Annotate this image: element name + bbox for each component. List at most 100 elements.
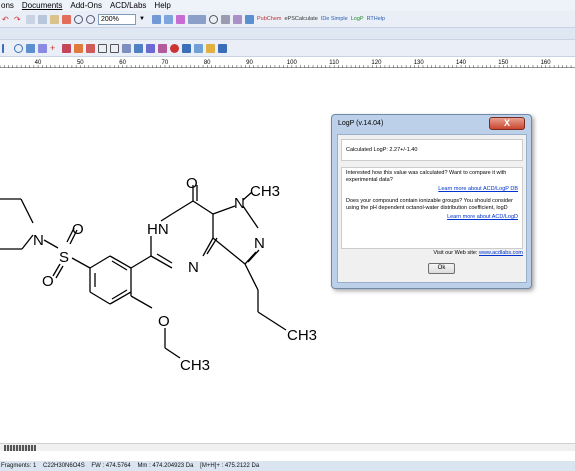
charge-icon[interactable] [86,43,95,53]
bracket-icon[interactable] [98,43,107,53]
atom-icon[interactable] [26,43,35,53]
epscalculate-button[interactable]: ePSCalculate [284,16,317,22]
logd-question: Does your compound contain ionizable gro… [346,198,513,211]
rectangle-icon[interactable] [110,43,119,53]
paste-icon[interactable] [50,14,59,24]
info-box: Interested how this value was calculated… [341,167,523,249]
grid-icon[interactable] [188,14,206,24]
rotate-icon[interactable] [170,43,179,53]
zoom-in-icon[interactable] [74,14,83,24]
name-icon[interactable] [221,14,230,24]
visit-label: Visit our Web site: [433,250,478,256]
structure-icon[interactable] [233,14,242,24]
ruler-tick-label: 140 [456,60,467,66]
ruler-tick-label: 110 [329,60,339,66]
ruler: 40 50 60 70 80 90 100 110 120 130 140 150 160 [0,57,575,68]
chain-icon[interactable] [74,43,83,53]
atom-label: S [59,249,69,266]
menu-item-acdlabs[interactable]: ACD/Labs [110,1,146,10]
group-icon[interactable] [206,43,215,53]
cut-icon[interactable] [26,14,35,24]
flask-icon[interactable] [245,14,254,24]
lasso-icon[interactable] [14,43,23,53]
atom-label: N [234,195,245,212]
ruler-tick-label: 150 [498,60,509,66]
table-icon[interactable] [164,14,173,24]
clean-icon[interactable] [158,43,167,53]
result-box: Calculated LogP: 2.27+/-1.40 [341,139,523,161]
formula-weight: FW : 474.5764 [91,463,131,469]
horizontal-scrollbar[interactable] [0,443,575,451]
reaction-icon[interactable] [146,43,155,53]
plus-icon[interactable]: + [50,43,59,53]
flip-icon[interactable] [182,43,191,53]
ok-button[interactable]: Ok [428,263,455,274]
menu-bar: ons Documents Add-Ons ACD/Labs Help [0,0,575,11]
undo-icon[interactable]: ↶ [2,15,11,24]
ruler-tick-label: 130 [414,60,425,66]
menu-item-add-ons[interactable]: Add-Ons [70,1,102,10]
ide-simple-button[interactable]: IDe Simple [321,16,348,22]
atom-label: CH3 [250,183,280,200]
text-icon[interactable] [38,43,47,53]
atom-label: N [188,259,199,276]
ruler-tick-label: 100 [287,60,298,66]
ruler-tick-label: 50 [77,60,84,66]
logp-question: Interested how this value was calculated… [346,170,507,183]
align-icon[interactable] [194,43,203,53]
ruler-tick-label: 90 [246,60,253,66]
pencil-icon[interactable] [2,43,11,53]
logd-link[interactable]: Learn more about ACD/LogD [346,214,518,221]
main-toolbar: ↶ ↷ 200% ▼ PubChem ePSCalculate IDe Simpl… [0,11,575,28]
status-bar: Fragments: 1 C22H30N6O4S FW : 474.5764 M… [0,461,575,471]
arrow-icon[interactable] [122,43,131,53]
ruler-scale: 40 50 60 70 80 90 100 110 120 130 140 150 160 [0,60,572,68]
scrollbar-thumb[interactable] [4,445,36,451]
close-button[interactable]: X [489,117,525,130]
atom-label: CH3 [287,327,317,344]
menu-item-documents[interactable]: Documents [22,1,62,10]
rthelp-button[interactable]: RTHelp [367,16,386,22]
atom-label: N [254,235,265,252]
zoom-value: 200% [101,15,119,23]
website-link[interactable]: www.acdlabs.com [479,250,523,256]
calculated-logp: Calculated LogP: 2.27+/-1.40 [346,147,418,153]
ruler-tick-label: 60 [119,60,126,66]
pubchem-button[interactable]: PubChem [257,16,281,22]
chevron-down-icon: ▼ [139,15,145,22]
zoom-select[interactable]: 200% ▼ [98,13,145,25]
drawing-toolbar: + [0,40,575,57]
ruler-tick-label: 120 [371,60,382,66]
molecular-formula: C22H30N6O4S [43,463,85,469]
bond-icon[interactable] [62,43,71,53]
copy-icon[interactable] [38,14,47,24]
delete-icon[interactable] [62,14,71,24]
website-row: Visit our Web site: www.acdlabs.com [433,250,523,256]
toolbar-separator [0,28,575,40]
atom-label: CH3 [180,357,210,374]
atom-label: O [42,273,54,290]
properties-icon[interactable] [218,43,227,53]
menu-item-options[interactable]: ons [1,1,14,10]
atom-label: N [33,232,44,249]
mh-mass: [M+H]+ : 475.2122 Da [200,463,260,469]
monoisotopic-mass: Mm : 474.204923 Da [137,463,194,469]
logp-db-link[interactable]: Learn more about ACD/LogP DB [346,186,518,193]
menu-item-help[interactable]: Help [154,1,170,10]
color-icon[interactable] [176,14,185,24]
atom-label: HN [147,221,169,238]
redo-icon[interactable]: ↷ [14,15,23,24]
dialog-title: LogP (v.14.04) [338,120,384,127]
atom-label: O [186,175,198,192]
atom-label: O [158,313,170,330]
atom-label: O [72,221,84,238]
close-icon: X [503,118,510,128]
ruler-tick-label: 40 [35,60,42,66]
zoom-out-icon[interactable] [86,14,95,24]
ring-icon[interactable] [209,14,218,24]
triangle-icon[interactable] [134,43,143,53]
template-icon[interactable] [152,14,161,24]
logp-dialog: LogP (v.14.04) X Calculated LogP: 2.27+/… [331,114,532,289]
logp-button[interactable]: LogP [351,16,364,22]
atom-labels: N S O O O HN N N N CH3 O CH3 CH3 [33,175,317,374]
